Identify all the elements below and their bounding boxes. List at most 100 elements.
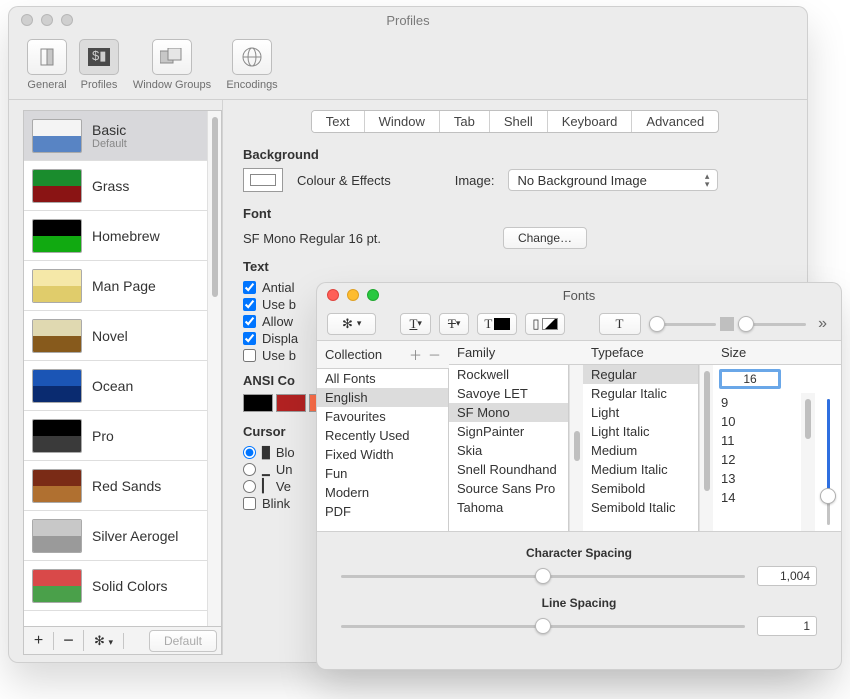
scrollbar[interactable] bbox=[801, 393, 815, 531]
typeface-item[interactable]: Medium bbox=[583, 441, 698, 460]
size-item[interactable]: 9 bbox=[713, 393, 801, 412]
image-popup[interactable]: No Background Image ▴▾ bbox=[508, 169, 718, 191]
toolbar-item-general[interactable]: General bbox=[23, 39, 71, 91]
collection-item[interactable]: Fun bbox=[317, 464, 448, 483]
typeface-item[interactable]: Light Italic bbox=[583, 422, 698, 441]
scrollbar[interactable] bbox=[699, 365, 713, 531]
family-item[interactable]: Snell Roundhand bbox=[449, 460, 568, 479]
tab-window[interactable]: Window bbox=[365, 111, 440, 132]
size-item[interactable]: 14 bbox=[713, 488, 801, 507]
family-item[interactable]: Skia bbox=[449, 441, 568, 460]
family-item[interactable]: Savoye LET bbox=[449, 384, 568, 403]
collection-item[interactable]: Modern bbox=[317, 483, 448, 502]
typeface-item[interactable]: Light bbox=[583, 403, 698, 422]
document-color-button[interactable]: ▯ bbox=[525, 313, 564, 335]
typeface-item[interactable]: Semibold Italic bbox=[583, 498, 698, 517]
profile-row-solid-colors[interactable]: Solid Colors bbox=[24, 561, 207, 611]
family-item[interactable]: SignPainter bbox=[449, 422, 568, 441]
fonts-window: Fonts ✻▾ T ▾ T ▾ T ▯ T » Collection＋－ Al… bbox=[316, 282, 842, 670]
collection-item[interactable]: All Fonts bbox=[317, 369, 448, 388]
collection-item[interactable]: Fixed Width bbox=[317, 445, 448, 464]
overflow-button[interactable]: » bbox=[814, 315, 831, 333]
profile-row-pro[interactable]: Pro bbox=[24, 411, 207, 461]
line-spacing-slider[interactable] bbox=[341, 616, 745, 636]
profile-list[interactable]: BasicDefaultGrassHomebrewMan PageNovelOc… bbox=[24, 111, 207, 626]
remove-profile-button[interactable]: − bbox=[54, 630, 84, 651]
tab-tab[interactable]: Tab bbox=[440, 111, 490, 132]
size-item[interactable]: 12 bbox=[713, 450, 801, 469]
updown-icon: ▴▾ bbox=[705, 172, 710, 188]
size-item[interactable]: 11 bbox=[713, 431, 801, 450]
switch-icon bbox=[37, 47, 57, 67]
profile-row-ocean[interactable]: Ocean bbox=[24, 361, 207, 411]
profile-row-silver-aerogel[interactable]: Silver Aerogel bbox=[24, 511, 207, 561]
profile-actions-menu[interactable]: ✻ ▾ bbox=[84, 633, 124, 649]
remove-collection-button[interactable]: － bbox=[428, 345, 441, 364]
shadow-opacity-slider[interactable] bbox=[649, 314, 717, 334]
underline-menu[interactable]: T ▾ bbox=[400, 313, 430, 335]
profile-row-man-page[interactable]: Man Page bbox=[24, 261, 207, 311]
ansi-swatch[interactable] bbox=[243, 394, 273, 412]
tab-advanced[interactable]: Advanced bbox=[632, 111, 718, 132]
toolbar-item-encodings[interactable]: Encodings bbox=[221, 39, 283, 91]
line-spacing-input[interactable] bbox=[757, 616, 817, 636]
profile-thumb bbox=[32, 219, 82, 253]
typeface-list[interactable]: RegularRegular ItalicLightLight ItalicMe… bbox=[583, 365, 699, 531]
collection-header: Collection bbox=[325, 347, 409, 362]
tab-text[interactable]: Text bbox=[312, 111, 365, 132]
typeface-item[interactable]: Medium Italic bbox=[583, 460, 698, 479]
collection-item[interactable]: English bbox=[317, 388, 448, 407]
size-input[interactable] bbox=[719, 369, 781, 389]
globe-icon bbox=[241, 46, 263, 68]
collection-item[interactable]: Recently Used bbox=[317, 426, 448, 445]
profile-row-homebrew[interactable]: Homebrew bbox=[24, 211, 207, 261]
family-item[interactable]: Rockwell bbox=[449, 365, 568, 384]
colour-well[interactable] bbox=[243, 168, 283, 192]
shadow-square-icon bbox=[720, 317, 734, 331]
typeface-item[interactable]: Regular Italic bbox=[583, 384, 698, 403]
toolbar-item-profiles[interactable]: $▮ Profiles bbox=[75, 39, 123, 91]
shadow-blur-slider[interactable] bbox=[738, 314, 806, 334]
size-item[interactable]: 10 bbox=[713, 412, 801, 431]
typography-button[interactable]: T bbox=[599, 313, 641, 335]
size-list[interactable]: 91011121314 bbox=[713, 393, 801, 531]
family-item[interactable]: SF Mono bbox=[449, 403, 568, 422]
char-spacing-input[interactable] bbox=[757, 566, 817, 586]
typeface-header: Typeface bbox=[591, 345, 644, 360]
profile-thumb bbox=[32, 169, 82, 203]
collection-item[interactable]: PDF bbox=[317, 502, 448, 521]
profile-thumb bbox=[32, 119, 82, 153]
svg-text:$▮: $▮ bbox=[92, 48, 106, 63]
tabs[interactable]: TextWindowTabShellKeyboardAdvanced bbox=[311, 110, 719, 133]
font-actions-menu[interactable]: ✻▾ bbox=[327, 313, 376, 335]
text-color-button[interactable]: T bbox=[477, 313, 517, 335]
scrollbar[interactable] bbox=[207, 111, 221, 626]
tab-shell[interactable]: Shell bbox=[490, 111, 548, 132]
default-button[interactable]: Default bbox=[149, 630, 217, 652]
tab-keyboard[interactable]: Keyboard bbox=[548, 111, 633, 132]
gear-icon: ✻ bbox=[342, 316, 353, 332]
size-slider-vertical[interactable] bbox=[815, 393, 841, 531]
profile-row-grass[interactable]: Grass bbox=[24, 161, 207, 211]
profile-row-basic[interactable]: BasicDefault bbox=[24, 111, 207, 161]
profile-row-red-sands[interactable]: Red Sands bbox=[24, 461, 207, 511]
scrollbar[interactable] bbox=[569, 365, 583, 531]
ansi-swatch[interactable] bbox=[276, 394, 306, 412]
typeface-item[interactable]: Regular bbox=[583, 365, 698, 384]
toolbar-item-window-groups[interactable]: Window Groups bbox=[127, 39, 217, 91]
size-item[interactable]: 13 bbox=[713, 469, 801, 488]
typeface-item[interactable]: Semibold bbox=[583, 479, 698, 498]
add-collection-button[interactable]: ＋ bbox=[409, 345, 422, 364]
family-list[interactable]: RockwellSavoye LETSF MonoSignPainterSkia… bbox=[449, 365, 569, 531]
family-item[interactable]: Source Sans Pro bbox=[449, 479, 568, 498]
profile-row-novel[interactable]: Novel bbox=[24, 311, 207, 361]
collection-list[interactable]: All FontsEnglishFavouritesRecently UsedF… bbox=[317, 369, 449, 531]
char-spacing-slider[interactable] bbox=[341, 566, 745, 586]
strikethrough-menu[interactable]: T ▾ bbox=[439, 313, 469, 335]
family-item[interactable]: Tahoma bbox=[449, 498, 568, 517]
char-spacing-label: Character Spacing bbox=[341, 546, 817, 560]
image-label: Image: bbox=[455, 173, 495, 188]
add-profile-button[interactable]: + bbox=[24, 632, 54, 650]
collection-item[interactable]: Favourites bbox=[317, 407, 448, 426]
change-font-button[interactable]: Change… bbox=[503, 227, 587, 249]
